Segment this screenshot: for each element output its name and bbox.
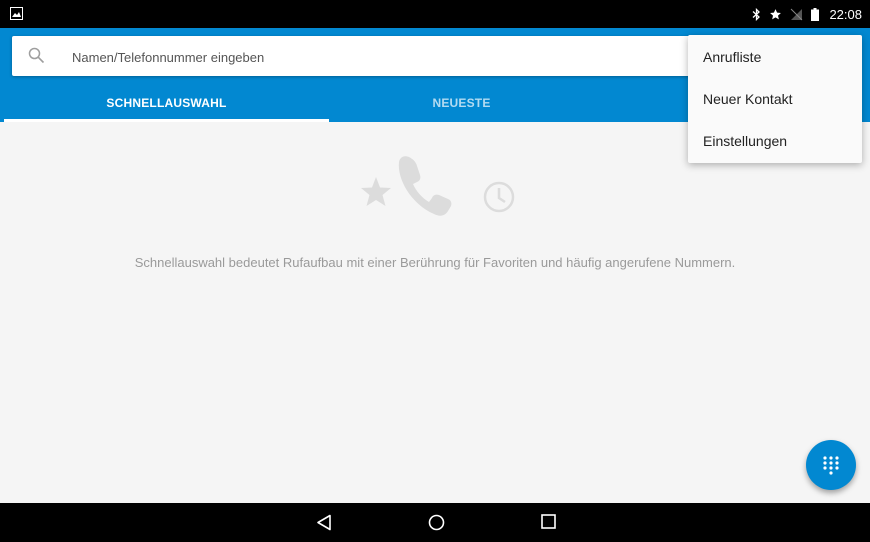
clock: 22:08 [829, 6, 862, 22]
menu-item-anrufliste[interactable]: Anrufliste [688, 35, 862, 77]
battery-icon [811, 7, 820, 21]
menu-item-neuer-kontakt[interactable]: Neuer Kontakt [688, 77, 862, 119]
phone-icon [398, 156, 452, 216]
empty-state-message: Schnellauswahl bedeutet Rufaufbau mit ei… [134, 255, 736, 270]
search-input[interactable] [70, 46, 674, 68]
recents-icon[interactable] [541, 514, 556, 529]
star-icon [770, 8, 782, 19]
back-icon[interactable] [316, 514, 332, 531]
home-icon[interactable] [428, 514, 445, 531]
dialpad-icon [823, 456, 839, 475]
image-notification-icon [10, 7, 23, 20]
menu-item-einstellungen[interactable]: Einstellungen [688, 119, 862, 161]
status-bar: 22:08 [0, 0, 870, 28]
star-icon [361, 177, 391, 206]
navigation-bar [0, 503, 870, 542]
bluetooth-icon [753, 7, 761, 21]
status-icons: 22:08 [752, 5, 862, 23]
tab-indicator [4, 119, 329, 122]
search-icon [28, 47, 45, 64]
tab-neueste[interactable]: NEUESTE [329, 84, 594, 122]
search-box[interactable] [12, 36, 772, 76]
tab-schnellauswahl[interactable]: SCHNELLAUSWAHL [4, 84, 329, 122]
overflow-menu: Anrufliste Neuer Kontakt Einstellungen [688, 35, 862, 163]
no-signal-icon [791, 8, 803, 20]
speed-dial-empty-illustration [361, 156, 515, 216]
dialpad-button[interactable] [806, 440, 856, 490]
clock-icon [483, 181, 515, 213]
